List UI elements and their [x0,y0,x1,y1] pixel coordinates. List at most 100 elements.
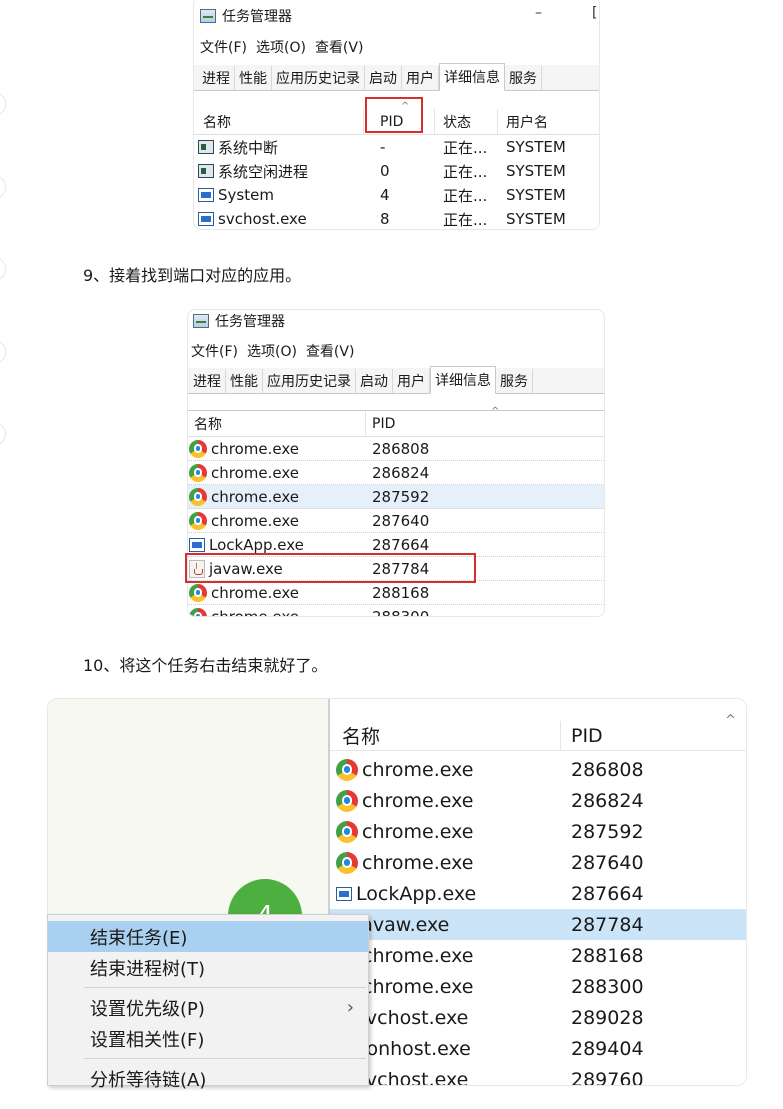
tab-details[interactable]: 详细信息 [439,63,505,91]
end-process-tree-menu-item[interactable]: 结束进程树(T) [48,952,368,983]
table-row[interactable]: LockApp.exe 287664 [330,878,746,909]
table-row[interactable]: svchost.exe 8 正在... SYSTEM [194,207,599,229]
set-priority-menu-item[interactable]: 设置优先级(P) › [48,992,368,1023]
process-pid: 288168 [571,944,644,967]
table-row[interactable]: chrome.exe 286824 [330,785,746,816]
table-row[interactable]: chrome.exe 287640 [188,509,604,533]
table-row[interactable]: conhost.exe 289404 [330,1033,746,1064]
task-manager-icon [193,314,209,328]
process-name: System [218,186,274,204]
menu-file[interactable]: 文件(F) [200,37,247,57]
table-row[interactable]: chrome.exe 288300 [188,605,604,616]
table-row[interactable]: chrome.exe 288168 [188,581,604,605]
process-name: svchost.exe [356,1068,469,1086]
process-status: 正在... [443,186,488,205]
process-name: LockApp.exe [356,882,477,905]
process-name: 系统空闲进程 [218,162,309,181]
menu-divider [84,1058,366,1059]
process-pid: 289404 [571,1037,644,1060]
tab-processes[interactable]: 进程 [198,66,235,90]
process-name: chrome.exe [211,511,299,530]
maximize-button[interactable]: [ [592,5,597,21]
table-row[interactable]: chrome.exe 287592 [330,816,746,847]
process-pid: 0 [380,162,390,180]
process-name: chrome.exe [362,820,474,843]
process-name: javaw.exe [356,913,450,936]
column-header-name[interactable]: 名称 [330,721,561,750]
table-row[interactable]: svchost.exe 289028 [330,1002,746,1033]
tab-details[interactable]: 详细信息 [430,366,496,394]
table-row[interactable]: chrome.exe 286824 [188,461,604,485]
process-pid: 286808 [571,758,644,781]
tab-users[interactable]: 用户 [402,66,439,90]
process-user: SYSTEM [506,138,566,156]
process-pid: 287664 [571,882,644,905]
tab-app-history[interactable]: 应用历史记录 [263,369,356,393]
tab-performance[interactable]: 性能 [235,66,272,90]
column-header-username[interactable]: 用户名 [498,112,548,132]
context-menu: 结束任务(E) 结束进程树(T) 设置优先级(P) › 设置相关性(F) 分析等待… [47,914,369,1091]
window-title: 任务管理器 [222,9,292,25]
side-decoration-circle [0,175,6,199]
process-name: 系统中断 [218,138,279,157]
table-header: 名称 PID [188,411,604,437]
column-header-status[interactable]: 状态 [435,109,498,134]
table-row[interactable]: svchost.exe 289760 [330,1064,746,1086]
process-name: chrome.exe [362,944,474,967]
tab-startup[interactable]: 启动 [365,66,402,90]
table-row[interactable]: 系统中断 - 正在... SYSTEM [194,135,599,159]
column-header-name[interactable]: 名称 [188,411,366,436]
column-header-name[interactable]: 名称 [194,109,364,134]
menu-file[interactable]: 文件(F) [191,341,238,361]
process-pid: 286824 [372,463,430,482]
column-header-pid[interactable]: PID [561,725,603,747]
submenu-arrow-icon: › [346,997,354,1018]
tab-performance[interactable]: 性能 [226,369,263,393]
process-pid: 289028 [571,1006,644,1029]
process-name: chrome.exe [362,789,474,812]
end-task-menu-item[interactable]: 结束任务(E) [48,921,368,952]
process-pid: 288168 [372,583,430,602]
tab-app-history[interactable]: 应用历史记录 [272,66,365,90]
details-panel: 名称 PID ^ chrome.exe 286808 chrome.exe 28682… [330,699,746,1086]
process-name: conhost.exe [356,1037,471,1060]
menu-options[interactable]: 选项(O) [247,341,297,361]
table-row[interactable]: chrome.exe 288168 [330,940,746,971]
tab-processes[interactable]: 进程 [189,369,226,393]
sort-arrow-icon: ^ [491,406,500,417]
minimize-button[interactable]: – [535,5,542,21]
task-manager-icon [200,9,216,23]
process-pid: 8 [380,210,390,228]
process-pid: 287592 [372,487,430,506]
table-row[interactable]: System 4 正在... SYSTEM [194,183,599,207]
menu-options[interactable]: 选项(O) [256,37,306,57]
set-affinity-menu-item[interactable]: 设置相关性(F) [48,1023,368,1054]
table-row[interactable]: 系统空闲进程 0 正在... SYSTEM [194,159,599,183]
menu-view[interactable]: 查看(V) [315,37,364,57]
column-header-pid[interactable]: PID [366,416,395,432]
analyze-wait-chain-menu-item[interactable]: 分析等待链(A) [48,1063,368,1094]
table-row[interactable]: javaw.exe 287784 [330,909,746,940]
process-pid: 287640 [372,511,430,530]
process-pid: 4 [380,186,390,204]
chrome-icon [189,511,207,530]
table-row[interactable]: chrome.exe 288300 [330,971,746,1002]
tab-services[interactable]: 服务 [496,369,533,393]
process-name: svchost.exe [218,210,307,228]
window-icon [189,537,205,552]
tab-services[interactable]: 服务 [505,66,542,90]
table-row[interactable]: chrome.exe 287592 [188,485,604,509]
process-pid: 288300 [571,975,644,998]
menu-bar: 文件(F) 选项(O) 查看(V) [200,36,372,58]
tab-users[interactable]: 用户 [393,369,430,393]
table-row[interactable]: chrome.exe 286808 [330,754,746,785]
table-row[interactable]: chrome.exe 287640 [330,847,746,878]
process-pid: 286808 [372,439,430,458]
table-header: 名称 PID [330,721,746,751]
process-user: SYSTEM [506,186,566,204]
process-status: 正在... [443,162,488,181]
tab-startup[interactable]: 启动 [356,369,393,393]
table-row[interactable]: chrome.exe 286808 [188,437,604,461]
menu-view[interactable]: 查看(V) [306,341,355,361]
window-icon [198,188,214,202]
